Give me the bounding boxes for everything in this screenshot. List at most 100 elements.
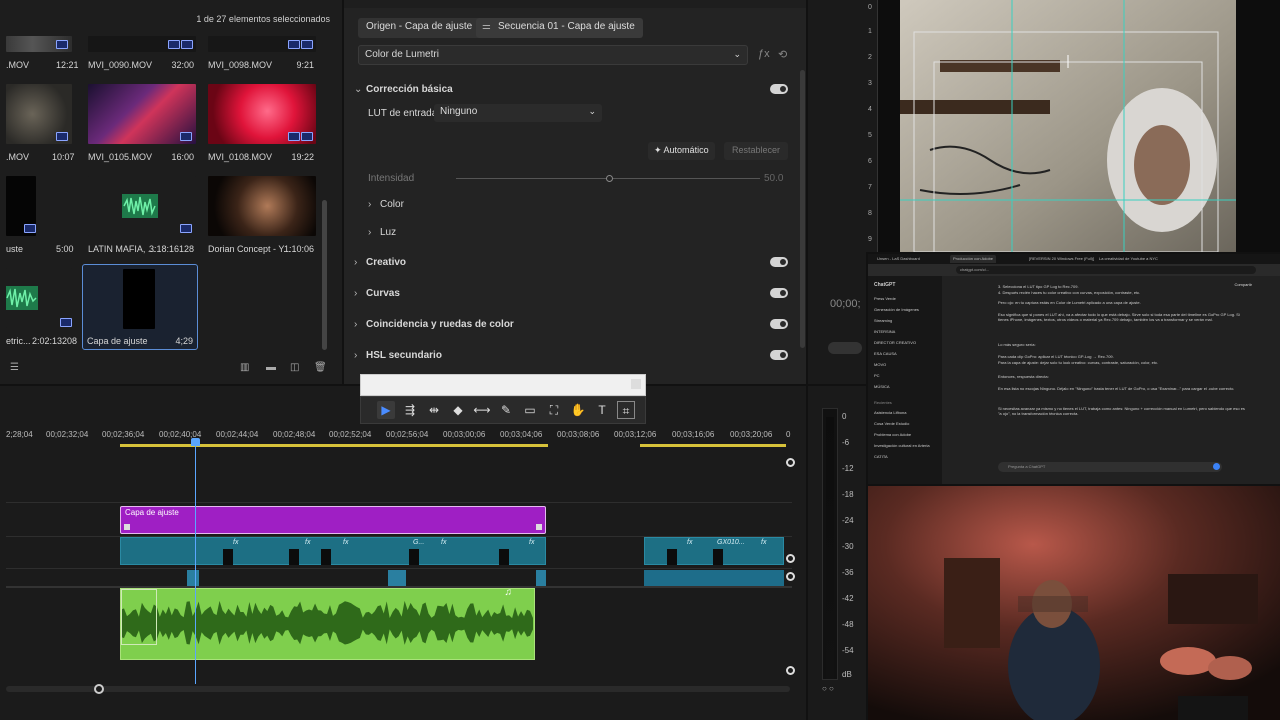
track-scroll-handle[interactable] bbox=[786, 666, 795, 675]
sidebar-item[interactable]: Generación de Imágenes bbox=[874, 307, 919, 312]
effects-scrollbar[interactable] bbox=[800, 70, 805, 348]
razor-tool-icon[interactable]: ◆ bbox=[449, 401, 467, 419]
chat-input[interactable]: Pregunta a ChatGPT bbox=[998, 462, 1222, 472]
project-item[interactable]: .MOV 10:07 bbox=[6, 84, 75, 164]
browser-tab[interactable]: La creatividad de Youtube a NYC bbox=[1096, 255, 1161, 263]
project-item[interactable]: MVI_0098.MOV 9:21 bbox=[208, 36, 316, 76]
browser-tab[interactable]: [REVERSIN 20 Windows Free (Full)] bbox=[1026, 255, 1097, 263]
project-item[interactable]: Dorian Concept - Y... 1:10:06 bbox=[208, 176, 316, 256]
sidebar-item[interactable]: Streaming bbox=[874, 318, 892, 323]
fx-icon[interactable]: ƒx bbox=[758, 48, 770, 60]
sidebar-item[interactable]: PC bbox=[874, 373, 880, 378]
track-scroll-handle[interactable] bbox=[786, 554, 795, 563]
trash-icon[interactable]: 🗑 bbox=[314, 362, 327, 373]
reset-button[interactable]: Restablecer bbox=[724, 142, 789, 160]
color-match-toggle[interactable] bbox=[770, 319, 788, 329]
lut-select[interactable]: Ninguno ⌄ bbox=[434, 104, 602, 122]
sidebar-item[interactable]: ESA CAUSA bbox=[874, 351, 897, 356]
chat-paragraph: Eso significa que si pones el LUT ahí, v… bbox=[998, 312, 1240, 322]
sidebar-item[interactable]: Investigación cultural en Arteria bbox=[874, 443, 930, 448]
audio-clip-small[interactable] bbox=[388, 570, 406, 586]
sidebar-item[interactable]: Cosa Verde Estudio bbox=[874, 421, 909, 426]
sequence-clip-tab[interactable]: ⚌ Secuencia 01 - Capa de ajuste bbox=[476, 18, 643, 38]
zoom-handle[interactable] bbox=[94, 684, 104, 694]
ripple-edit-tool-icon[interactable]: ⇹ bbox=[425, 401, 443, 419]
audio-clip[interactable] bbox=[644, 570, 784, 586]
intensity-slider[interactable] bbox=[456, 175, 760, 182]
send-icon[interactable] bbox=[1213, 463, 1220, 470]
audio-clip-small[interactable] bbox=[187, 570, 199, 586]
project-item-selected[interactable]: Capa de ajuste 4;29 bbox=[82, 264, 198, 350]
section-curves[interactable]: › Curvas bbox=[354, 288, 400, 299]
track-scroll-handle[interactable] bbox=[786, 572, 795, 581]
project-item[interactable]: LATIN MAFIA, ... 3:18:16128 bbox=[88, 176, 196, 256]
sidebar-item[interactable]: MÚSICA bbox=[874, 384, 890, 389]
playhead-handle[interactable] bbox=[191, 438, 200, 446]
track-scroll-handle[interactable] bbox=[786, 458, 795, 467]
pen-tool-icon[interactable]: ✎ bbox=[497, 401, 515, 419]
playhead[interactable] bbox=[191, 438, 200, 684]
chat-paragraph: Para la capa de ajuste: dejar solo tu lo… bbox=[998, 360, 1159, 365]
section-color-match[interactable]: › Coincidencia y ruedas de color bbox=[354, 319, 514, 330]
sidebar-item[interactable]: CATITA bbox=[874, 454, 888, 459]
reset-effect-icon[interactable]: ⟲ bbox=[778, 48, 787, 61]
program-preview: 0123456789 bbox=[866, 0, 1280, 252]
section-light[interactable]: › Luz bbox=[368, 227, 396, 238]
creative-toggle[interactable] bbox=[770, 257, 788, 267]
project-item[interactable]: MVI_0105.MOV 16:00 bbox=[88, 84, 196, 164]
browser-tabs: Unsen - LaS Dashboard Producción con Ado… bbox=[868, 254, 1280, 264]
section-color[interactable]: › Color bbox=[368, 199, 404, 210]
crop-tool-icon[interactable]: ⛶ bbox=[545, 401, 563, 419]
adjustment-layer-clip[interactable]: Capa de ajuste bbox=[120, 506, 546, 534]
auto-reframe-tool-icon[interactable]: ⌗ bbox=[617, 401, 635, 419]
video-clip[interactable]: fx fx fx G... fx fx bbox=[120, 537, 546, 565]
section-creative[interactable]: › Creativo bbox=[354, 257, 406, 268]
slip-tool-icon[interactable]: ⟷ bbox=[473, 401, 491, 419]
hand-tool-icon[interactable]: ✋ bbox=[569, 401, 587, 419]
sidebar-section: Recientes bbox=[874, 400, 892, 405]
new-bin-icon[interactable]: ▬ bbox=[266, 362, 276, 373]
monitor-toggle[interactable] bbox=[828, 342, 862, 354]
project-item[interactable]: etric... 2:02:13208 bbox=[6, 268, 77, 348]
type-tool-icon[interactable]: T bbox=[593, 401, 611, 419]
slider-handle[interactable] bbox=[606, 175, 613, 182]
effect-select[interactable]: Color de Lumetri ⌄ bbox=[358, 45, 748, 65]
sidebar-item[interactable]: Problema con Adobe bbox=[874, 432, 911, 437]
close-icon[interactable] bbox=[631, 379, 641, 389]
solo-buttons[interactable]: ○ ○ bbox=[822, 684, 834, 693]
basic-correction-toggle[interactable] bbox=[770, 84, 788, 94]
auto-button[interactable]: ✦ Automático bbox=[648, 142, 715, 160]
section-hsl[interactable]: › HSL secundario bbox=[354, 350, 442, 361]
sidebar-item[interactable]: DIRECTOR CREATIVO bbox=[874, 340, 916, 345]
list-view-icon[interactable]: ☰ bbox=[10, 362, 19, 373]
project-item[interactable]: MVI_0108.MOV 19:22 bbox=[208, 84, 316, 164]
audio-clip-small[interactable] bbox=[536, 570, 546, 586]
sidebar-item[interactable]: Press Verde bbox=[874, 296, 896, 301]
url-field[interactable]: chatgpt.com/c/... bbox=[956, 266, 1256, 274]
new-item-icon[interactable]: ◫ bbox=[290, 362, 299, 373]
music-audio-clip[interactable]: ♫ bbox=[120, 587, 535, 660]
project-item[interactable]: MVI_0090.MOV 32:00 bbox=[88, 36, 196, 76]
sidebar-item[interactable]: INTERSINA bbox=[874, 329, 895, 334]
fade-handle[interactable] bbox=[121, 589, 157, 645]
source-clip-tab[interactable]: Origen - Capa de ajuste bbox=[358, 18, 481, 38]
project-scrollbar[interactable] bbox=[322, 200, 327, 350]
sidebar-item[interactable]: MOVO bbox=[874, 362, 886, 367]
project-item[interactable]: .MOV 12:21 bbox=[6, 36, 79, 76]
clip-thumbnail bbox=[667, 549, 677, 565]
project-item[interactable]: uste 5:00 bbox=[6, 176, 74, 256]
section-basic-correction[interactable]: ⌄ Corrección básica bbox=[354, 84, 453, 95]
browser-tab[interactable]: Unsen - LaS Dashboard bbox=[874, 255, 923, 263]
chevron-right-icon: › bbox=[368, 199, 372, 210]
tools-panel-header[interactable] bbox=[360, 374, 646, 396]
hsl-toggle[interactable] bbox=[770, 350, 788, 360]
curves-toggle[interactable] bbox=[770, 288, 788, 298]
rectangle-tool-icon[interactable]: ▭ bbox=[521, 401, 539, 419]
timeline-horizontal-scrollbar[interactable] bbox=[6, 684, 790, 694]
sidebar-item[interactable]: Asistencia Lifbona bbox=[874, 410, 906, 415]
track-select-tool-icon[interactable]: ⇶ bbox=[401, 401, 419, 419]
browser-tab-active[interactable]: Producción con Adobe bbox=[950, 255, 997, 263]
selection-tool-icon[interactable]: ▶ bbox=[377, 401, 395, 419]
storyboard-icon[interactable]: ▥ bbox=[240, 362, 249, 373]
video-clip[interactable]: fx GX010... fx bbox=[644, 537, 784, 565]
